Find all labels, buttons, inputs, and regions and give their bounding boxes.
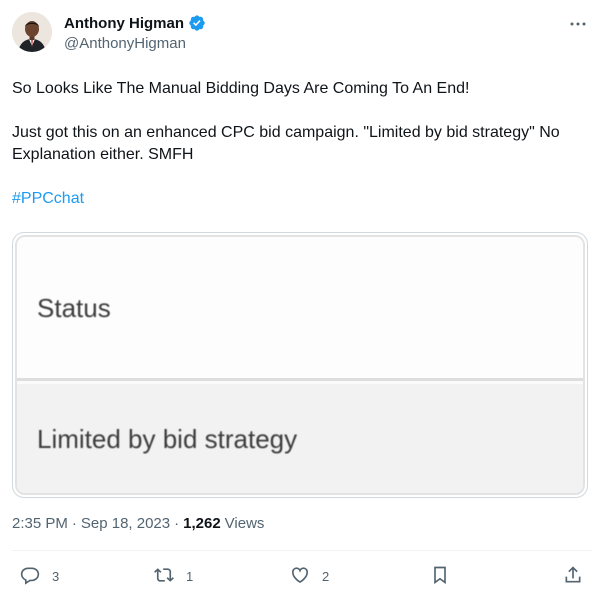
status-value-row: Limited by bid strategy [17, 384, 583, 493]
verified-badge-icon [188, 14, 206, 32]
hashtag-link[interactable]: #PPCchat [12, 190, 84, 207]
author-handle[interactable]: @AnthonyHigman [64, 35, 186, 52]
retweet-count: 1 [186, 569, 194, 584]
heart-icon [290, 565, 310, 588]
meta-separator: · [71, 515, 77, 532]
like-button[interactable]: 2 [290, 565, 329, 588]
retweet-icon [154, 565, 174, 588]
meta-separator-2: · [174, 515, 180, 532]
tweet-meta: 2:35 PM · Sep 18, 2023 · 1,262 Views [12, 515, 264, 532]
bookmark-button[interactable] [430, 565, 450, 588]
author-name-row[interactable]: Anthony Higman [64, 13, 206, 33]
views-count[interactable]: 1,262 [183, 515, 221, 532]
divider [12, 550, 592, 551]
tweet-line-2: Just got this on an enhanced CPC bid cam… [12, 124, 560, 163]
reply-button[interactable]: 3 [20, 565, 59, 588]
share-button[interactable] [563, 565, 583, 588]
more-horizontal-icon[interactable] [568, 14, 588, 34]
tweet-media-image[interactable]: Status Limited by bid strategy [12, 232, 588, 498]
tweet-card: Anthony Higman @AnthonyHigman So Looks L… [0, 0, 604, 600]
tweet-time[interactable]: 2:35 PM [12, 515, 68, 532]
action-bar: 3 1 2 [0, 560, 604, 594]
retweet-button[interactable]: 1 [154, 565, 193, 588]
reply-count: 3 [52, 569, 60, 584]
tweet-line-1: So Looks Like The Manual Bidding Days Ar… [12, 80, 470, 97]
tweet-text: So Looks Like The Manual Bidding Days Ar… [12, 78, 592, 210]
bookmark-icon [430, 565, 450, 588]
author-display-name[interactable]: Anthony Higman [64, 15, 184, 32]
screenshot-panel: Status Limited by bid strategy [15, 235, 585, 495]
share-icon [563, 565, 583, 588]
reply-icon [20, 565, 40, 588]
avatar[interactable] [12, 12, 52, 52]
like-count: 2 [322, 569, 330, 584]
status-label: Status [37, 293, 111, 323]
tweet-date[interactable]: Sep 18, 2023 [81, 515, 170, 532]
views-label: Views [224, 515, 265, 532]
status-header-row: Status [17, 237, 583, 381]
status-value: Limited by bid strategy [37, 424, 298, 454]
